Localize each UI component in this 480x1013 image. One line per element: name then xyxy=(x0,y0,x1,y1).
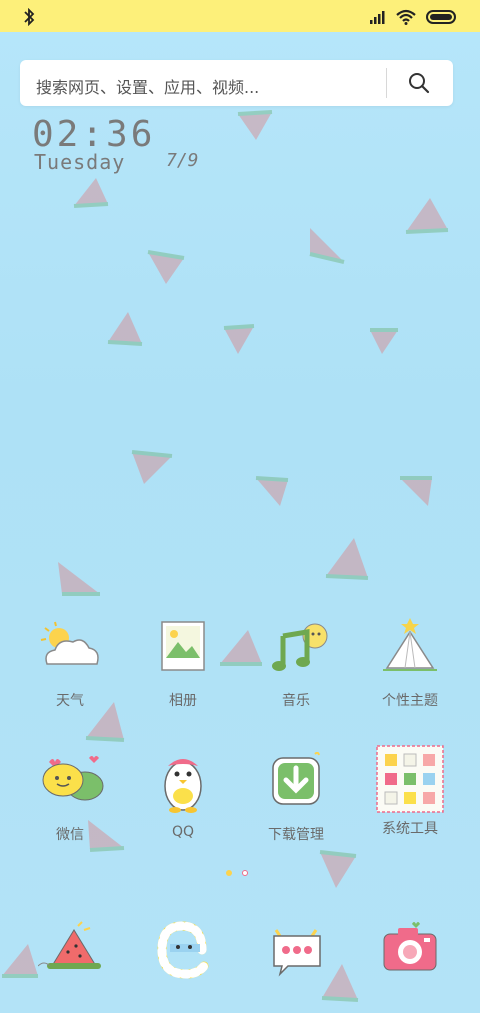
watermelon-decoration xyxy=(223,324,255,354)
app-download-manager[interactable]: 下载管理 xyxy=(246,752,346,844)
app-system-tools[interactable]: 系统工具 xyxy=(360,744,460,838)
watermelon-decoration xyxy=(370,328,398,354)
status-bar xyxy=(0,0,480,32)
watermelon-decoration xyxy=(255,476,289,506)
page-dot[interactable] xyxy=(226,870,232,876)
search-bar[interactable]: 搜索网页、设置、应用、视频... xyxy=(20,60,453,106)
app-wechat[interactable]: 微信 xyxy=(20,752,120,844)
clock-day[interactable]: Tuesday xyxy=(34,150,125,174)
watermelon-decoration xyxy=(325,538,369,580)
app-label: 天气 xyxy=(56,693,84,709)
app-label: 微信 xyxy=(56,827,84,843)
watermelon-decoration xyxy=(73,178,109,208)
page-indicator[interactable] xyxy=(226,870,248,876)
signal-icon xyxy=(370,11,385,24)
watermelon-decoration xyxy=(400,476,432,506)
theme-tent-icon xyxy=(383,618,437,671)
system-tools-folder-icon xyxy=(376,745,444,813)
bluetooth-icon xyxy=(24,8,35,26)
page-dot-active[interactable] xyxy=(242,870,248,876)
camera-icon[interactable] xyxy=(374,920,444,980)
weather-cloud-icon xyxy=(40,621,99,665)
app-label: QQ xyxy=(171,824,195,840)
watermelon-decoration xyxy=(309,228,345,264)
music-note-icon xyxy=(272,623,328,671)
app-label: 音乐 xyxy=(282,693,310,709)
battery-icon xyxy=(426,10,456,24)
photo-album-icon xyxy=(161,621,205,671)
watermelon-decoration xyxy=(58,562,100,596)
search-placeholder[interactable]: 搜索网页、设置、应用、视频... xyxy=(36,74,259,98)
watermelon-decoration xyxy=(319,850,357,888)
wifi-icon xyxy=(396,9,416,25)
watermelon-decoration xyxy=(237,110,273,140)
download-arrow-icon xyxy=(272,752,320,805)
app-themes[interactable]: 个性主题 xyxy=(360,618,460,710)
app-label: 个性主题 xyxy=(382,693,438,709)
app-music[interactable]: 音乐 xyxy=(246,618,346,710)
message-bubble-icon[interactable] xyxy=(262,920,332,980)
search-divider xyxy=(386,68,387,98)
watermelon-decoration xyxy=(107,312,143,346)
app-album[interactable]: 相册 xyxy=(133,618,233,710)
watermelon-decoration xyxy=(147,250,185,284)
watermelon-decoration xyxy=(405,198,449,234)
clock-date[interactable]: 7/9 xyxy=(166,150,199,171)
app-label: 相册 xyxy=(169,693,197,709)
search-icon[interactable] xyxy=(408,72,430,94)
watermelon-decoration xyxy=(131,450,173,484)
app-weather[interactable]: 天气 xyxy=(20,618,120,710)
app-label: 下载管理 xyxy=(268,827,324,843)
app-qq[interactable]: QQ xyxy=(133,752,233,840)
clock-time[interactable]: 02:36 xyxy=(32,114,155,155)
wechat-icon xyxy=(42,756,104,801)
browser-e-icon[interactable] xyxy=(148,920,218,980)
app-label: 系统工具 xyxy=(382,821,438,837)
qq-penguin-icon xyxy=(164,759,202,813)
watermelon-decoration xyxy=(2,944,38,978)
watermelon-icon[interactable] xyxy=(38,920,108,980)
